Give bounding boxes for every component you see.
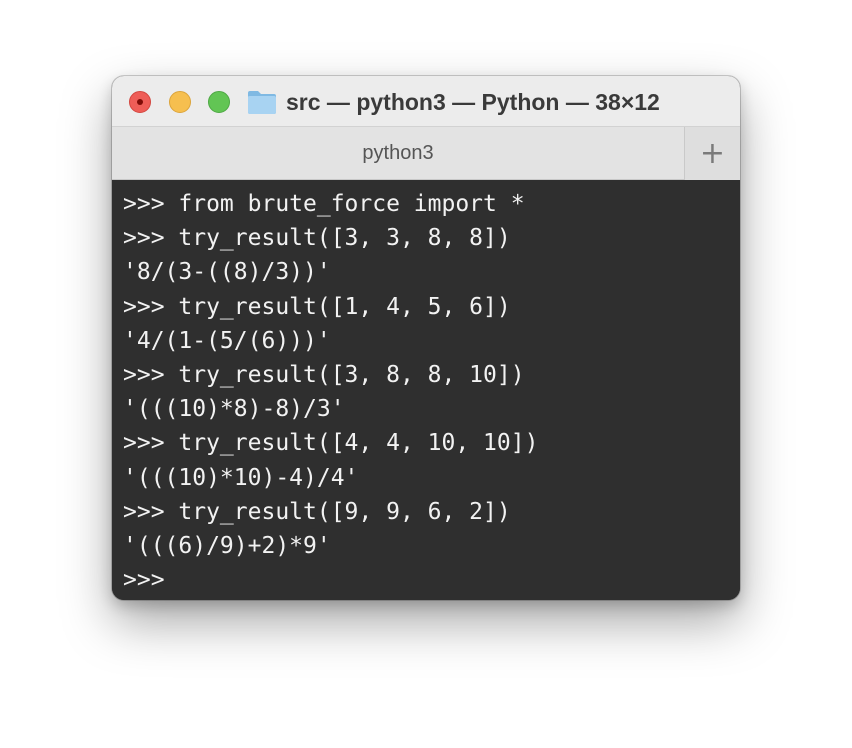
new-tab-button[interactable]: + bbox=[684, 127, 740, 180]
close-dot-icon bbox=[137, 99, 143, 105]
tab-label: python3 bbox=[362, 142, 434, 164]
terminal-line: '8/(3-((8)/3))' bbox=[123, 259, 331, 286]
terminal-line: '(((6)/9)+2)*9' bbox=[123, 532, 331, 559]
tab-python3[interactable]: python3 bbox=[112, 127, 684, 180]
plus-icon: + bbox=[699, 135, 726, 171]
terminal-line: >>> try_result([3, 3, 8, 8]) bbox=[123, 225, 511, 252]
close-button[interactable] bbox=[129, 91, 151, 113]
terminal-line: '(((10)*8)-8)/3' bbox=[123, 396, 345, 423]
zoom-button[interactable] bbox=[208, 91, 230, 113]
terminal-line: >>> try_result([4, 4, 10, 10]) bbox=[123, 430, 539, 457]
minimize-button[interactable] bbox=[169, 91, 191, 113]
terminal-line: >>> try_result([3, 8, 8, 10]) bbox=[123, 361, 525, 388]
tab-bar: python3 + bbox=[112, 126, 740, 180]
terminal-prompt[interactable]: >>> bbox=[123, 563, 740, 597]
terminal-line: '4/(1-(5/(6)))' bbox=[123, 327, 331, 354]
terminal-output[interactable]: >>> from brute_force import * >>> try_re… bbox=[112, 180, 740, 600]
folder-icon bbox=[248, 91, 276, 114]
title-bar[interactable]: src — python3 — Python — 38×12 bbox=[112, 76, 740, 126]
terminal-line: >>> from brute_force import * bbox=[123, 191, 525, 217]
terminal-line: >>> try_result([1, 4, 5, 6]) bbox=[123, 293, 511, 320]
terminal-window: src — python3 — Python — 38×12 python3 +… bbox=[112, 76, 740, 600]
terminal-line: '(((10)*10)-4)/4' bbox=[123, 464, 359, 491]
window-title: src — python3 — Python — 38×12 bbox=[286, 89, 660, 115]
terminal-line: >>> try_result([9, 9, 6, 2]) bbox=[123, 498, 511, 525]
